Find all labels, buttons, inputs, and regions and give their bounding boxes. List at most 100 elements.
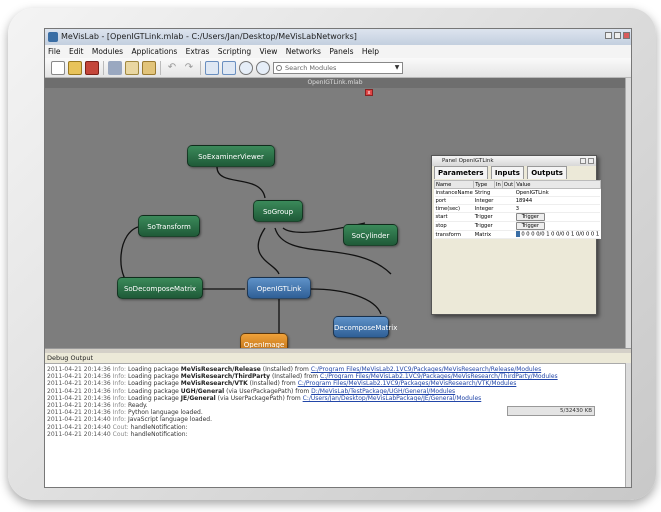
node-so-decompose-matrix[interactable]: SoDecomposeMatrix — [117, 277, 203, 299]
debug-output-log[interactable]: 2011-04-21 20:14:36 Info: Loading packag… — [45, 363, 625, 487]
log-level: Info: — [112, 373, 127, 381]
table-row[interactable]: time(sec) Integer 3 — [434, 204, 601, 213]
param-name: transform — [434, 230, 474, 239]
menu-extras[interactable]: Extras — [183, 45, 213, 58]
menu-file[interactable]: File — [45, 45, 64, 58]
connection-line — [310, 288, 382, 315]
panel-title-bar[interactable]: Panel OpenIGTLink — [432, 156, 596, 166]
menu-edit[interactable]: Edit — [66, 45, 87, 58]
chevron-down-icon[interactable]: ▼ — [393, 64, 401, 72]
fit-view-icon[interactable] — [205, 61, 219, 75]
column-header: In — [493, 180, 503, 189]
maximize-icon[interactable] — [614, 32, 621, 39]
log-timestamp: 2011-04-21 20:14:40 — [47, 423, 111, 431]
panel-restore-icon[interactable] — [580, 158, 586, 164]
menu-panels[interactable]: Panels — [326, 45, 356, 58]
log-note: (Installed) from — [270, 373, 320, 381]
copy-icon[interactable] — [125, 61, 139, 75]
zoom-out-icon[interactable] — [256, 61, 270, 75]
log-level: Info: — [112, 409, 127, 417]
close-icon[interactable] — [623, 32, 630, 39]
search-modules-input[interactable]: Search Modules ▼ — [273, 62, 403, 74]
log-package: UGH/General — [180, 387, 225, 395]
log-note: (Installed) from — [260, 366, 311, 373]
table-row[interactable]: stop Trigger Trigger — [434, 221, 601, 231]
log-package: JE/General — [180, 394, 216, 402]
log-line: 2011-04-21 20:14:36 Info: Loading packag… — [47, 373, 623, 380]
panel-close-icon[interactable] — [588, 158, 594, 164]
tab-outputs[interactable]: Outputs — [527, 166, 567, 179]
node-open-igt-link[interactable]: OpenIGTLink — [247, 277, 311, 299]
log-link[interactable]: C:/Program Files/MeVisLab2.1VC9/Packages… — [320, 373, 558, 380]
node-so-cylinder[interactable]: SoCylinder — [343, 224, 398, 246]
paste-icon[interactable] — [142, 61, 156, 75]
table-row[interactable]: instanceName String OpenIGTLink — [434, 188, 601, 197]
log-line: 2011-04-21 20:14:36 Info: Loading packag… — [47, 380, 623, 387]
column-header: Out — [501, 180, 516, 189]
param-value-field[interactable]: 0 0 0 0/0 1 0 0/0 0 1 0/0 0 0 1 — [521, 232, 599, 238]
new-file-icon[interactable] — [51, 61, 65, 75]
menu-help[interactable]: Help — [359, 45, 382, 58]
table-row[interactable]: start Trigger Trigger — [434, 212, 601, 222]
log-link[interactable]: C:/Users/Jan/Desktop/MeVisLabPackage/JE/… — [303, 395, 482, 402]
log-timestamp: 2011-04-21 20:14:40 — [47, 416, 111, 424]
title-bar[interactable]: MeVisLab - [OpenIGTLink.mlab - C:/Users/… — [45, 29, 631, 45]
log-timestamp: 2011-04-21 20:14:36 — [47, 394, 111, 402]
toolbar-separator — [103, 61, 104, 75]
log-text: Loading package — [127, 366, 181, 373]
debug-scrollbar[interactable] — [625, 363, 631, 487]
open-folder-icon[interactable] — [68, 61, 82, 75]
connection-line — [257, 227, 280, 275]
log-level: Info: — [112, 387, 127, 395]
log-line: 2011-04-21 20:14:40 Info: JavaScript lan… — [47, 416, 623, 423]
table-header-row: Name Type In Out Value — [433, 180, 601, 189]
toolbar-separator — [160, 61, 161, 75]
fit-all-icon[interactable] — [222, 61, 236, 75]
node-so-transform[interactable]: SoTransform — [138, 215, 200, 237]
menu-modules[interactable]: Modules — [89, 45, 126, 58]
search-icon — [276, 65, 282, 71]
log-text: Loading package — [127, 380, 181, 388]
param-name: time(sec) — [434, 204, 474, 213]
param-value-field[interactable]: 18944 — [514, 196, 601, 205]
save-icon[interactable] — [85, 61, 99, 75]
log-link[interactable]: C:/Program Files/MeVisLab2.1VC9/Packages… — [298, 380, 517, 387]
param-type: Trigger — [473, 221, 495, 231]
start-trigger-button[interactable]: Trigger — [515, 213, 545, 221]
stop-trigger-button[interactable]: Trigger — [515, 222, 545, 230]
node-so-examiner-viewer[interactable]: SoExaminerViewer — [187, 145, 275, 167]
log-level: Cout: — [112, 430, 129, 438]
log-level: Info: — [112, 380, 127, 388]
log-timestamp: 2011-04-21 20:14:36 — [47, 380, 111, 388]
cut-icon[interactable] — [108, 61, 122, 75]
param-value-field[interactable]: 3 — [514, 204, 601, 213]
log-line: 2011-04-21 20:14:36 Info: Loading packag… — [47, 366, 623, 373]
redo-icon[interactable]: ↷ — [182, 61, 196, 75]
tab-parameters[interactable]: Parameters — [434, 166, 488, 179]
panel-title: Panel OpenIGTLink — [442, 158, 494, 164]
menu-scripting[interactable]: Scripting — [215, 45, 254, 58]
log-text: Loading package — [127, 373, 181, 381]
panel-openigtlink: Panel OpenIGTLink Parameters Inputs Outp… — [431, 155, 601, 315]
menu-bar: File Edit Modules Applications Extras Sc… — [45, 45, 631, 58]
log-text: Ready. — [127, 402, 148, 410]
table-row[interactable]: port Integer 18944 — [434, 196, 601, 205]
param-type: Integer — [473, 204, 495, 213]
log-link[interactable]: C:/Program Files/MeVisLab2.1VC9/Packages… — [311, 366, 541, 373]
log-text: Loading package — [127, 387, 181, 395]
log-link[interactable]: D:/MeVisLab/TestPackage/UGH/General/Modu… — [311, 388, 455, 395]
table-row[interactable]: transform Matrix 0 0 0 0/0 1 0 0/0 0 1 0… — [434, 230, 601, 239]
menu-applications[interactable]: Applications — [128, 45, 180, 58]
minimize-icon[interactable] — [605, 32, 612, 39]
node-decompose-matrix[interactable]: DecomposeMatrix — [333, 316, 397, 338]
node-so-group[interactable]: SoGroup — [253, 200, 303, 222]
menu-view[interactable]: View — [257, 45, 281, 58]
canvas-scrollbar[interactable] — [625, 78, 631, 348]
param-value-field[interactable]: OpenIGTLink — [514, 188, 601, 197]
menu-networks[interactable]: Networks — [283, 45, 324, 58]
zoom-in-icon[interactable] — [239, 61, 253, 75]
matrix-edit-icon[interactable] — [515, 231, 520, 238]
tab-inputs[interactable]: Inputs — [490, 166, 524, 179]
undo-icon[interactable]: ↶ — [165, 61, 179, 75]
log-level: Info: — [112, 402, 127, 410]
